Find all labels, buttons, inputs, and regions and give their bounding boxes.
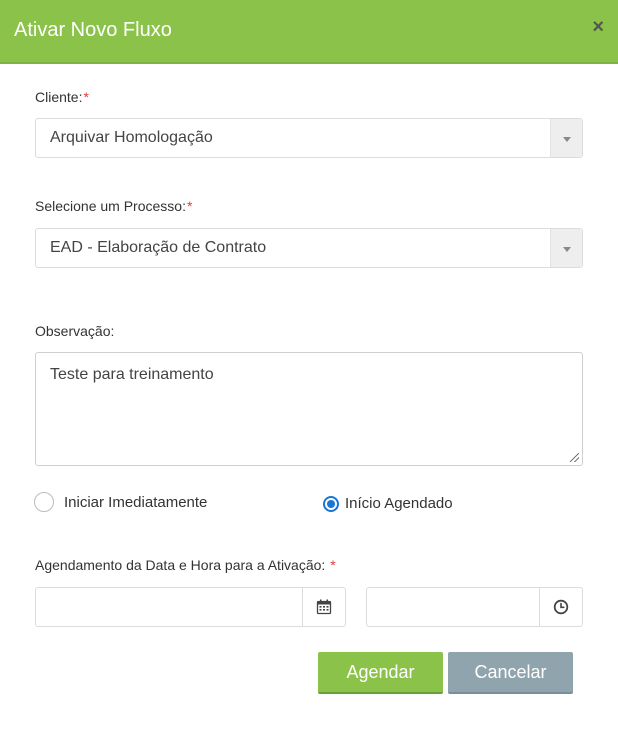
required-mark: * (186, 198, 193, 214)
clock-icon (553, 599, 569, 615)
radio-checked-icon[interactable] (323, 495, 339, 512)
processo-select[interactable]: EAD - Elaboração de Contrato (35, 228, 583, 268)
cliente-select[interactable]: Arquivar Homologação (35, 118, 583, 158)
chevron-down-icon (563, 247, 571, 252)
chevron-down-icon (563, 137, 571, 142)
processo-select-value: EAD - Elaboração de Contrato (50, 239, 267, 256)
dialog-header: Ativar Novo Fluxo × (0, 0, 618, 64)
cliente-select-value: Arquivar Homologação (50, 129, 213, 146)
processo-label: Selecione um Processo:* (35, 198, 192, 214)
dialog-title: Ativar Novo Fluxo (14, 19, 172, 41)
processo-label-text: Selecione um Processo: (35, 198, 186, 214)
cliente-label: Cliente:* (35, 89, 89, 105)
calendar-icon (316, 599, 332, 615)
observacao-textarea[interactable]: Teste para treinamento (35, 352, 583, 466)
radio-iniciar-imediatamente[interactable]: Iniciar Imediatamente (34, 492, 207, 512)
cliente-dropdown-toggle[interactable] (550, 119, 582, 157)
date-picker-button[interactable] (302, 588, 345, 626)
activate-flow-dialog: Ativar Novo Fluxo × Cliente:* Arquivar H… (0, 0, 618, 737)
required-mark: * (330, 557, 336, 573)
agendar-button[interactable]: Agendar (318, 652, 443, 694)
cliente-label-text: Cliente: (35, 89, 83, 105)
radio-unchecked-icon[interactable] (34, 492, 54, 512)
cancelar-button[interactable]: Cancelar (448, 652, 573, 694)
agendamento-label-text: Agendamento da Data e Hora para a Ativaç… (35, 557, 326, 573)
observacao-label: Observação: (35, 323, 115, 339)
agendamento-label: Agendamento da Data e Hora para a Ativaç… (35, 557, 336, 573)
radio-inicio-agendado[interactable]: Início Agendado (323, 495, 453, 512)
radio-label: Iniciar Imediatamente (64, 493, 208, 511)
required-mark: * (83, 89, 89, 105)
radio-label: Início Agendado (345, 495, 453, 512)
resize-handle-icon[interactable] (570, 453, 579, 462)
date-input[interactable] (35, 587, 346, 627)
time-input[interactable] (366, 587, 583, 627)
time-picker-button[interactable] (539, 588, 582, 626)
close-icon[interactable]: × (592, 17, 604, 37)
processo-dropdown-toggle[interactable] (550, 229, 582, 267)
observacao-value: Teste para treinamento (50, 366, 214, 383)
